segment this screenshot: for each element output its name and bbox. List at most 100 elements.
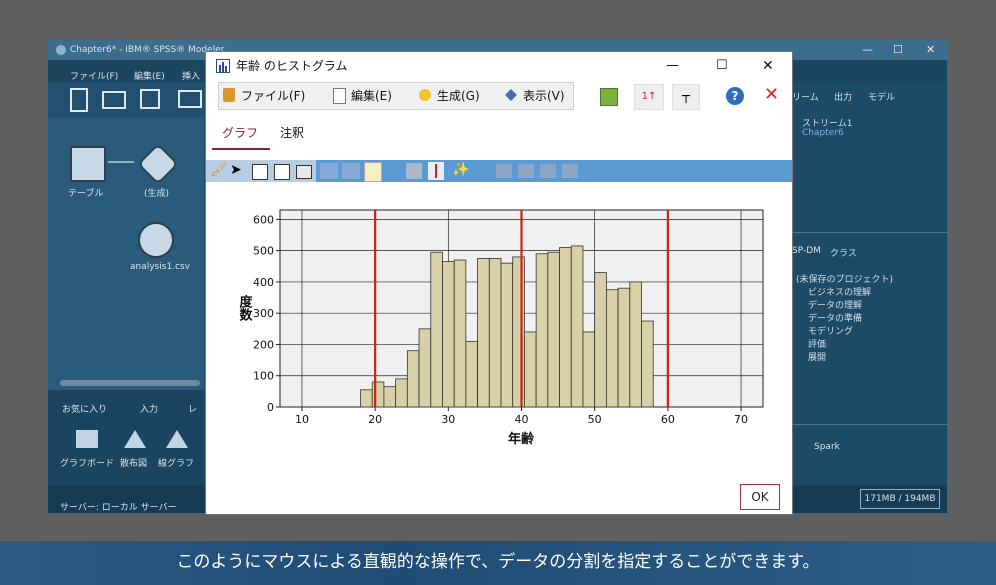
histogram-bar — [488, 258, 502, 408]
bg-maximize-icon[interactable]: ☐ — [893, 40, 903, 60]
x-tick-label: 60 — [661, 413, 675, 426]
scatter-icon[interactable] — [124, 430, 146, 448]
dialog-minimize-icon[interactable]: — — [666, 52, 679, 80]
dialog-title-bar: 年齢 のヒストグラム — ☐ ✕ — [206, 52, 792, 80]
line-graph-icon[interactable] — [166, 430, 188, 448]
sort-icon[interactable]: 1↑ — [634, 84, 664, 110]
histogram-bar — [512, 256, 525, 408]
csv-source-node-label: analysis1.csv — [130, 262, 190, 272]
histogram-bar — [582, 331, 596, 408]
palette-graphboard: グラフボード — [60, 459, 115, 469]
x-tick-label: 70 — [734, 413, 748, 426]
delete-icon[interactable]: ✕ — [764, 84, 779, 105]
y-tick-label: 200 — [253, 338, 274, 351]
tab-models[interactable]: モデル — [868, 90, 895, 103]
y-tick-label: 100 — [253, 370, 274, 383]
project-modeling[interactable]: モデリング — [808, 324, 853, 337]
print-icon[interactable] — [178, 90, 202, 108]
histogram-bar — [605, 289, 619, 408]
band-tool-icon[interactable] — [406, 163, 422, 179]
pan-icon[interactable] — [540, 164, 556, 178]
paste-icon[interactable] — [274, 164, 290, 180]
zoom-out-icon[interactable] — [518, 164, 534, 178]
new-file-icon[interactable] — [70, 88, 88, 112]
tab-streams[interactable]: リーム — [792, 90, 819, 103]
split-line-tool-icon[interactable] — [428, 162, 444, 180]
export-data-icon[interactable] — [600, 88, 618, 106]
tab-outputs[interactable]: 出力 — [834, 90, 852, 103]
palette-tab-more[interactable]: レ — [188, 402, 197, 415]
bg-close-icon[interactable]: ✕ — [926, 40, 935, 60]
background-title: Chapter6* - IBM® SPSS® Modeler — [70, 45, 225, 55]
project-deployment[interactable]: 展開 — [808, 350, 826, 363]
project-root[interactable]: (未保存のプロジェクト) — [796, 272, 893, 285]
histogram-bar — [500, 262, 514, 408]
table-node-label: テーブル — [68, 189, 104, 199]
view-menu-icon — [505, 89, 517, 101]
print-chart-icon[interactable] — [296, 165, 312, 179]
axis-icon[interactable]: ┬ — [672, 84, 700, 110]
x-tick-label: 30 — [441, 413, 455, 426]
magic-wand-icon[interactable]: ✨ — [452, 162, 470, 180]
palette-tab-favorites[interactable]: お気に入り — [62, 402, 107, 415]
region-icon[interactable] — [320, 163, 338, 179]
project-evaluation[interactable]: 評価 — [808, 337, 826, 350]
settings-gear-icon[interactable] — [562, 164, 578, 178]
menu-generate[interactable]: 生成(G) — [437, 83, 480, 109]
project-data-understanding[interactable]: データの理解 — [808, 298, 862, 311]
y-axis-ticks: 0 100 200 300 400 500 600 — [253, 213, 280, 414]
line-tool-icon[interactable] — [342, 163, 360, 179]
ok-button[interactable]: OK — [740, 484, 780, 510]
csv-source-node-icon[interactable] — [138, 222, 174, 258]
y-axis-label: 度数 — [237, 294, 253, 322]
dialog-tabs: グラフ 注釈 — [206, 116, 792, 150]
palette-tab-input[interactable]: 入力 — [140, 402, 158, 415]
x-tick-label: 40 — [515, 413, 529, 426]
histogram-bar — [547, 251, 560, 408]
menu-file[interactable]: ファイル(F) — [241, 83, 305, 109]
table-node-icon[interactable] — [70, 146, 106, 182]
help-icon[interactable]: ? — [726, 87, 744, 105]
dialog-close-icon[interactable]: ✕ — [762, 52, 774, 80]
active-tab-indicator — [212, 148, 270, 150]
save-icon[interactable] — [140, 89, 160, 109]
chart-toolbar: 🖌 ➤ ✨ — [206, 160, 792, 182]
project-data-preparation[interactable]: データの準備 — [808, 311, 862, 324]
project-business[interactable]: ビジネスの理解 — [808, 285, 871, 298]
tab-classes[interactable]: クラス — [830, 246, 857, 259]
y-tick-label: 600 — [253, 213, 274, 226]
tab-graph[interactable]: グラフ — [222, 116, 258, 150]
tab-crisp-dm[interactable]: SP-DM — [792, 246, 821, 256]
open-folder-icon[interactable] — [102, 91, 126, 109]
palette-line-graph: 線グラフ — [158, 459, 195, 469]
memory-indicator[interactable]: 171MB / 194MB — [860, 489, 940, 509]
y-tick-label: 400 — [253, 276, 274, 289]
x-tick-label: 10 — [295, 413, 309, 426]
generated-node-icon[interactable] — [137, 143, 179, 185]
dialog-menu-bar: ファイル(F) 編集(E) 生成(G) 表示(V) — [218, 82, 574, 110]
copy-icon[interactable] — [252, 164, 268, 180]
stream-subitem[interactable]: Chapter6 — [802, 128, 844, 138]
stream-canvas[interactable]: テーブル (生成) analysis1.csv — [48, 118, 204, 390]
y-tick-label: 300 — [253, 307, 274, 320]
zoom-in-icon[interactable] — [496, 164, 512, 178]
histogram-bar — [524, 331, 537, 408]
tab-annotation[interactable]: 注釈 — [280, 116, 304, 150]
menu-edit[interactable]: 編集(E) — [351, 83, 392, 109]
lightbulb-icon[interactable] — [364, 162, 382, 182]
graphboard-icon[interactable] — [76, 430, 98, 448]
canvas-scrollbar[interactable] — [60, 380, 200, 386]
spark-label[interactable]: Spark — [814, 442, 840, 452]
node-palette: お気に入り 入力 レ グラフボード 散布図 線グラフ — [48, 390, 204, 485]
menu-view[interactable]: 表示(V) — [523, 83, 565, 109]
connector-arrow — [108, 161, 134, 163]
paintbrush-icon[interactable]: 🖌 — [210, 162, 228, 180]
histogram-bar — [453, 259, 467, 408]
histogram-bar — [477, 258, 490, 408]
histogram-bar — [617, 287, 631, 408]
histogram-chart[interactable]: 10 20 30 40 50 60 70 0 100 200 300 400 500 600 年齢 度数 — [206, 192, 792, 462]
select-arrow-icon[interactable]: ➤ — [230, 162, 248, 180]
bg-minimize-icon[interactable]: — — [862, 40, 873, 60]
histogram-dialog: 年齢 のヒストグラム — ☐ ✕ ファイル(F) 編集(E) 生成(G) 表示(… — [205, 51, 793, 515]
dialog-maximize-icon[interactable]: ☐ — [716, 52, 728, 80]
